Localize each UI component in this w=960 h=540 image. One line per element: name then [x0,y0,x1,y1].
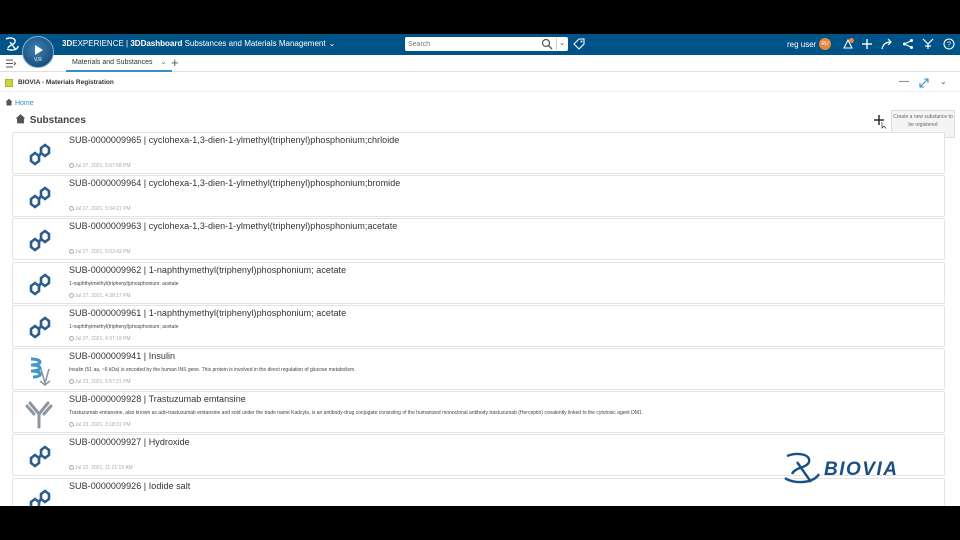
molecule-icon [23,225,55,257]
tab-materials-and-substances[interactable]: Materials and Substances ⌄ [66,55,173,72]
clock-icon [69,206,74,212]
substance-row[interactable]: SUB-0000009928 | Trastuzumab emtansine Tr… [12,391,945,434]
substance-date: Jul 27, 2021, 4:38:17 PM [69,292,131,299]
biovia-logo-text: BIOVIA [824,459,899,480]
clock-icon [69,249,74,255]
help-icon[interactable]: ? [943,38,955,50]
home-icon [15,114,26,124]
user-name[interactable]: reg user [787,40,816,49]
substance-date: Jul 27, 2021, 4:37:19 PM [69,335,131,342]
clock-icon [69,378,74,384]
substance-row[interactable]: SUB-0000009964 | cyclohexa-1,3-dien-1-yl… [12,175,945,218]
page-title: Substances [15,113,86,126]
substance-row[interactable]: SUB-0000009963 | cyclohexa-1,3-dien-1-yl… [12,218,945,261]
widget-header: BIOVIA - Materials Registration — ⌄ [0,73,960,92]
chevron-down-icon[interactable]: ⌄ [940,77,947,86]
breadcrumb[interactable]: Home [5,98,34,107]
clock-icon [69,465,74,471]
substance-date: Jul 23, 2021, 5:57:21 PM [69,378,131,385]
widget-app-icon [5,79,13,87]
dashboard-label: 3DDashboard [130,39,183,48]
dashboard-name: Substances and Materials Management [184,39,326,48]
compass-button[interactable]: V,R [22,36,54,68]
substance-title[interactable]: SUB-0000009963 | cyclohexa-1,3-dien-1-yl… [69,221,397,231]
play-icon [35,45,43,55]
share-icon[interactable] [881,38,893,50]
substance-title[interactable]: SUB-0000009941 | Insulin [69,351,175,361]
plus-icon[interactable] [861,38,873,50]
breadcrumb-home[interactable]: Home [15,100,34,107]
avatar[interactable]: RU [819,38,831,50]
substance-row[interactable]: SUB-0000009962 | 1-naphthymethyl(triphen… [12,261,945,304]
tag-icon[interactable] [573,38,585,50]
add-tab-icon[interactable]: + [171,56,179,70]
network-share-icon[interactable] [902,38,914,50]
molecule-icon [23,485,55,506]
clock-icon [69,422,74,428]
substance-date: Jul 27, 2021, 5:03:43 PM [69,249,131,255]
search-input[interactable] [408,38,536,50]
expand-icon[interactable] [919,78,929,88]
clock-icon [69,335,74,341]
substance-row[interactable]: SUB-0000009941 | Insulin Insulin (51 aa, … [12,347,945,390]
substance-date-text: Jul 27, 2021, 4:37:19 PM [75,335,131,342]
substance-date-text: Jul 27, 2021, 5:07:58 PM [75,163,131,169]
dassault-logo-icon[interactable] [4,36,20,52]
substance-date: Jul 27, 2021, 5:04:21 PM [69,206,131,212]
substance-description: 1-naphthylmethyl(triphenyl)phosphonium; … [69,280,179,287]
substance-description: Insulin (51 aa, ~6 kDa) is encoded by th… [69,366,356,373]
chevron-down-icon[interactable]: ⌄ [161,59,167,66]
substance-date-text: Jul 27, 2021, 5:04:21 PM [75,206,131,213]
substance-title[interactable]: SUB-0000009964 | cyclohexa-1,3-dien-1-yl… [69,178,400,188]
molecule-icon [23,312,55,344]
substance-title[interactable]: SUB-0000009928 | Trastuzumab emtansine [69,394,246,404]
substance-row[interactable]: SUB-0000009965 | cyclohexa-1,3-dien-1-yl… [12,132,945,174]
substance-date-text: Jul 23, 2021, 5:57:21 PM [75,378,131,385]
substance-description: Trastuzumab emtansine, also known as ado… [69,410,644,417]
molecule-icon [23,139,55,171]
search-box: ⌄ [405,37,568,51]
compass-label: V,R [34,57,42,63]
molecule-icon [23,182,55,214]
antibody-icon [23,398,55,430]
substance-date: Jul 27, 2021, 5:07:58 PM [69,163,131,169]
menu-icon[interactable] [5,58,16,69]
substance-date-text: Jul 23, 2021, 3:18:31 PM [75,422,131,429]
molecule-icon [23,441,55,473]
protein-icon [23,355,55,387]
top-bar: V,R 3DEXPERIENCE | 3DDashboard Substance… [0,34,960,68]
brand-3d: 3D [62,39,73,48]
clock-icon [69,292,74,298]
widget-title: BIOVIA - Materials Registration [18,79,114,86]
search-icon[interactable] [541,38,553,50]
notification-icon[interactable] [842,38,854,50]
home-icon [5,98,13,106]
add-substance-button[interactable] [872,113,888,129]
search-dropdown-icon[interactable]: ⌄ [556,38,567,50]
substance-title[interactable]: SUB-0000009962 | 1-naphthymethyl(triphen… [69,265,346,275]
substance-title[interactable]: SUB-0000009961 | 1-naphthymethyl(triphen… [69,308,346,318]
substance-date-text: Jul 22, 2021, 11:21:19 AM [75,465,133,472]
substance-date-text: Jul 27, 2021, 4:38:17 PM [75,292,131,299]
substance-title[interactable]: SUB-0000009965 | cyclohexa-1,3-dien-1-yl… [69,135,399,145]
substance-date: Jul 22, 2021, 11:21:19 AM [69,465,133,471]
brand-rest: EXPERIENCE [72,39,124,48]
substance-description: 1-naphthylmethyl(triphenyl)phosphonium; … [69,323,179,330]
substance-title[interactable]: SUB-0000009927 | Hydroxide [69,437,190,447]
minimize-icon[interactable]: — [899,76,909,87]
molecule-icon [23,269,55,301]
page-title-text: Substances [29,115,86,126]
substance-date: Jul 23, 2021, 3:18:31 PM [69,422,131,428]
app-title[interactable]: 3DEXPERIENCE | 3DDashboard Substances an… [62,39,335,48]
app-window: V,R 3DEXPERIENCE | 3DDashboard Substance… [0,34,960,506]
apps-icon[interactable] [922,38,934,50]
substance-title[interactable]: SUB-0000009926 | Iodide salt [69,481,190,491]
tab-label: Materials and Substances [72,59,153,66]
chevron-down-icon[interactable]: ⌄ [329,39,336,48]
svg-text:?: ? [947,42,951,49]
substance-row[interactable]: SUB-0000009961 | 1-naphthymethyl(triphen… [12,304,945,347]
clock-icon [69,163,74,168]
tab-bar: Materials and Substances ⌄ + [0,55,960,72]
substance-date-text: Jul 27, 2021, 5:03:43 PM [75,249,131,256]
